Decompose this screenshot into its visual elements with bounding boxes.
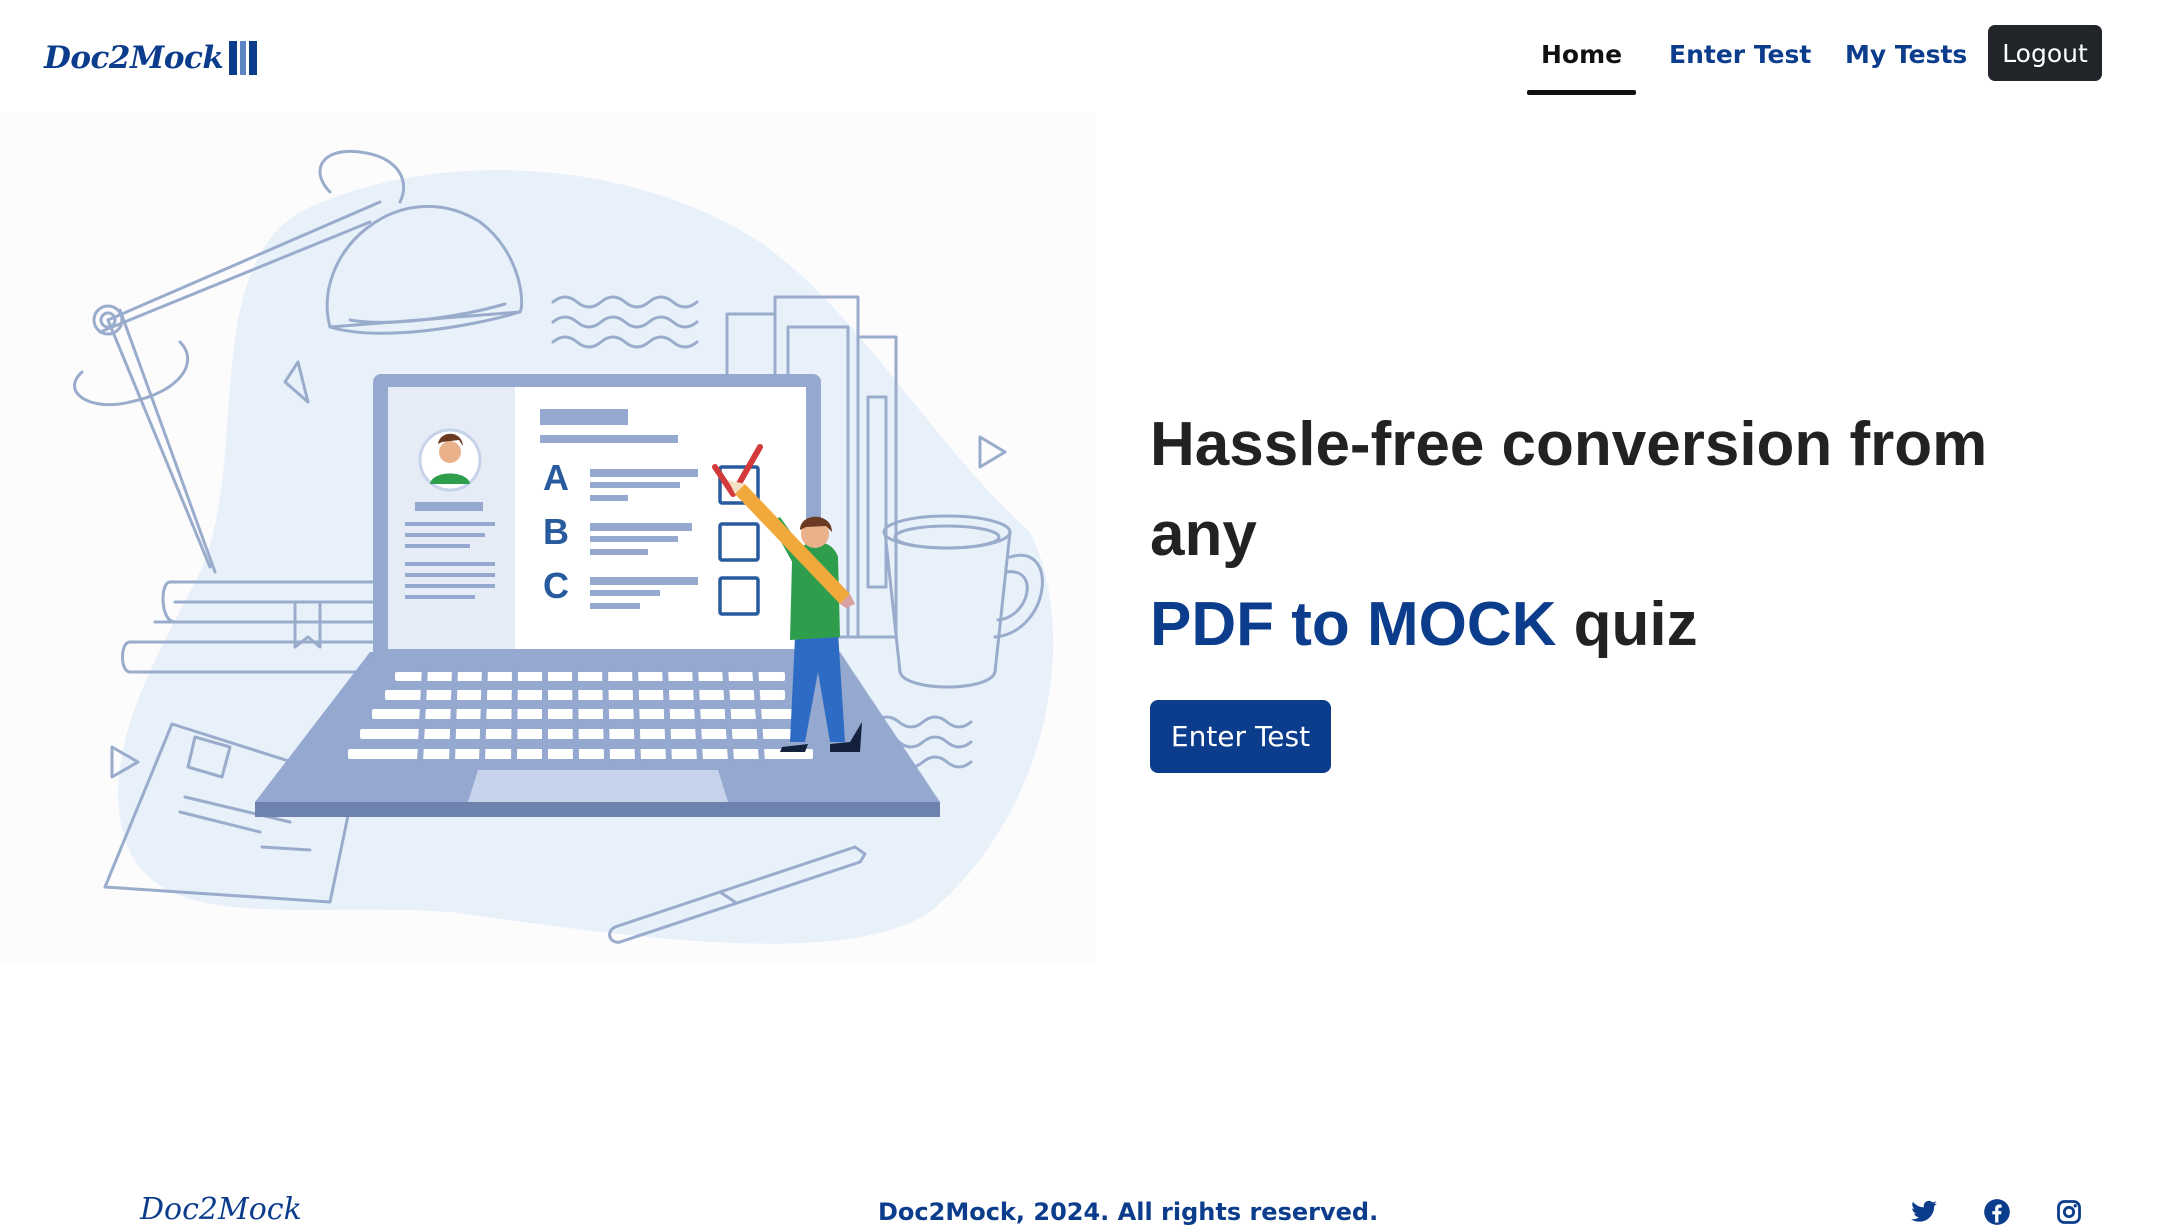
- brand-name: Doc2Mock: [44, 40, 224, 76]
- brand-logo[interactable]: Doc2Mock: [44, 40, 258, 76]
- document-bars-icon: [229, 41, 258, 75]
- quiz-laptop-illustration: A B C: [0, 112, 1095, 964]
- navbar: Doc2Mock Home Enter Test My Tests Logout: [0, 0, 2159, 112]
- headline-accent: PDF to MOCK: [1150, 590, 1557, 659]
- nav-enter-test[interactable]: Enter Test: [1669, 40, 1811, 96]
- headline-line-1: Hassle-free conversion from any: [1150, 410, 1988, 569]
- instagram-icon[interactable]: [2055, 1198, 2083, 1226]
- hero-illustration: A B C: [0, 112, 1095, 964]
- logout-button[interactable]: Logout: [1988, 25, 2102, 81]
- headline-rest: quiz: [1556, 590, 1698, 659]
- option-c-letter: C: [543, 565, 569, 606]
- option-b-letter: B: [543, 511, 569, 552]
- hero-content: Hassle-free conversion from any PDF to M…: [1150, 400, 2110, 773]
- facebook-icon[interactable]: [1983, 1198, 2011, 1226]
- twitter-icon[interactable]: [1910, 1198, 1938, 1226]
- copyright-text: Doc2Mock, 2024. All rights reserved.: [878, 1198, 1379, 1226]
- footer: Doc2Mock Doc2Mock, 2024. All rights rese…: [0, 1180, 2159, 1227]
- nav-my-tests[interactable]: My Tests: [1845, 40, 1967, 96]
- nav-home[interactable]: Home: [1526, 40, 1637, 96]
- hero-headline: Hassle-free conversion from any PDF to M…: [1150, 400, 2110, 670]
- footer-brand: Doc2Mock: [140, 1192, 302, 1227]
- option-a-letter: A: [543, 457, 569, 498]
- enter-test-button[interactable]: Enter Test: [1150, 700, 1331, 773]
